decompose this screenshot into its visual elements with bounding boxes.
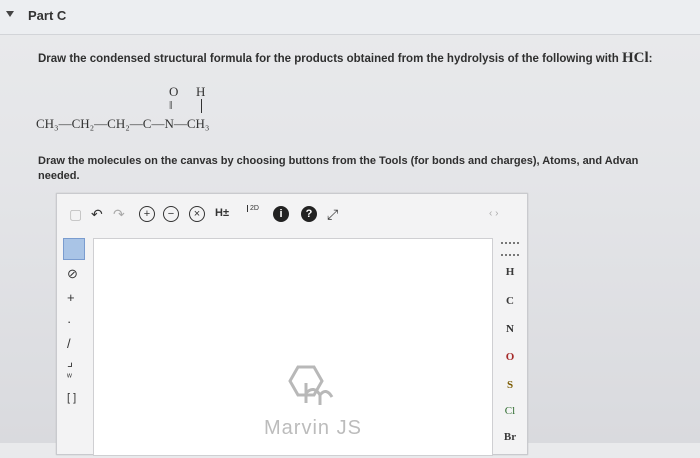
formula-hydrogen: H — [196, 84, 206, 99]
single-bond-icon[interactable]: / — [67, 336, 71, 351]
atoms-panel: H C N O S Cl Br — [493, 238, 527, 454]
structural-formula: O H ‖ CH₃—CH₂—CH₂—C—N—CH₃ — [36, 78, 296, 143]
instruction-text: Draw the molecules on the canvas by choo… — [38, 154, 700, 184]
atom-br-button[interactable]: Br — [502, 431, 518, 443]
undo-icon[interactable]: ↶ — [91, 206, 103, 223]
clear-icon[interactable]: × — [189, 206, 205, 222]
formula-double-bond: ‖ — [169, 98, 173, 112]
document-icon[interactable]: ▢ — [69, 206, 82, 223]
formula-nh-bond — [201, 99, 202, 113]
bond-type-icon[interactable]: ⌟ — [67, 354, 73, 370]
atom-cl-button[interactable]: Cl — [502, 405, 518, 417]
atom-n-button[interactable]: N — [502, 323, 518, 335]
selection-tool-button[interactable] — [63, 238, 85, 260]
instruction-line-2: needed. — [38, 170, 80, 182]
charge-minus-icon[interactable]: · — [67, 314, 71, 329]
collapse-caret-icon[interactable] — [6, 11, 14, 17]
question-body: Draw the condensed structural formula fo… — [38, 53, 622, 65]
atom-s-button[interactable]: S — [502, 379, 518, 391]
panel-arrows-icon[interactable]: ‹ › — [489, 208, 498, 219]
info-icon[interactable]: i — [273, 206, 289, 222]
zoom-out-icon[interactable]: − — [163, 206, 179, 222]
help-icon[interactable]: ? — [301, 206, 317, 222]
question-text: Draw the condensed structural formula fo… — [38, 50, 653, 67]
instruction-line-1: Draw the molecules on the canvas by choo… — [38, 155, 639, 167]
eraser-icon[interactable]: ⊘ — [67, 266, 78, 282]
marvin-logo-icon — [288, 365, 334, 405]
reagent-suffix: : — [648, 53, 653, 65]
atom-o-button[interactable]: O — [502, 351, 518, 363]
bracket-tool-icon[interactable]: [ ] — [67, 392, 76, 404]
atom-h-button[interactable]: H — [502, 266, 518, 278]
fullscreen-icon[interactable]: ⤢ — [327, 206, 338, 223]
top-toolbar: ▢ ↶ ↷ + − × H± 2D i ? ⤢ ‹ › — [57, 194, 527, 234]
chain-tool-icon[interactable]: ʷ — [67, 372, 72, 383]
periodic-table-icon[interactable] — [501, 242, 519, 256]
part-title: Part C — [28, 8, 67, 23]
hydrogen-toggle-button[interactable]: H± — [215, 207, 229, 219]
redo-icon[interactable]: ↷ — [113, 206, 125, 223]
marvin-watermark: Marvin JS — [264, 417, 362, 439]
reagent-label: HCl — [621, 50, 649, 66]
atom-c-button[interactable]: C — [502, 295, 518, 307]
part-header[interactable]: Part C — [0, 0, 700, 35]
drawing-canvas[interactable]: Marvin JS — [93, 238, 493, 456]
clean-2d-button[interactable]: 2D — [247, 205, 259, 212]
left-toolbar: ⊘ + · / ⌟ ʷ [ ] — [63, 238, 85, 458]
marvin-editor[interactable]: ▢ ↶ ↷ + − × H± 2D i ? ⤢ ‹ › ⊘ + · / ⌟ ʷ … — [56, 193, 528, 458]
formula-chain: CH₃—CH₂—CH₂—C—N—CH₃ — [36, 116, 210, 131]
charge-plus-icon[interactable]: + — [67, 290, 75, 305]
zoom-in-icon[interactable]: + — [139, 206, 155, 222]
